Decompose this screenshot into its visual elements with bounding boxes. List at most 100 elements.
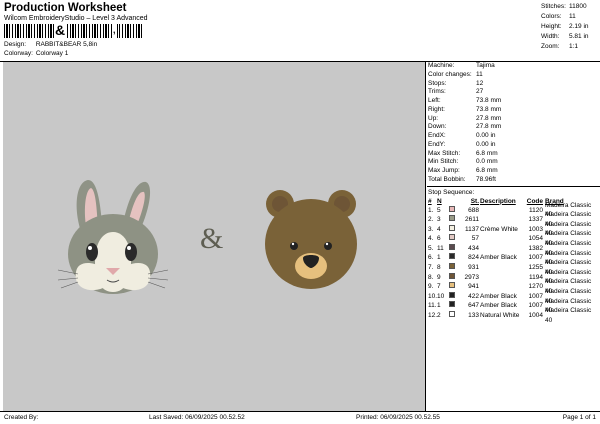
color-swatch: [449, 215, 455, 222]
info-label: Max Jump:: [428, 167, 460, 174]
stitch-count: 941: [468, 283, 479, 291]
last-saved: Last Saved: 06/09/2025 00.52.52: [149, 414, 245, 421]
color-swatch: [449, 263, 455, 270]
info-row: EndY: 0.00 in: [427, 141, 600, 150]
stop-number: 9.: [428, 283, 434, 291]
stitch-count: 422: [468, 292, 479, 300]
stop-number: 1.: [428, 206, 434, 214]
stat-label: Width:: [541, 33, 560, 40]
stop-number: 4.: [428, 235, 434, 243]
stop-number: 7.: [428, 264, 434, 272]
needle-number: 6: [437, 235, 441, 243]
info-row: Down: 27.8 mm: [427, 123, 600, 132]
column-header: N: [437, 197, 442, 205]
info-label: Machine:: [428, 62, 455, 69]
created-by: Created By:: [4, 414, 39, 421]
stat-value: 1:1: [569, 43, 579, 50]
info-value: 6.8 mm: [476, 149, 498, 157]
column-header: Description: [480, 197, 516, 205]
info-value: 27: [476, 88, 484, 96]
stat-label: Colors:: [541, 13, 562, 20]
stat-row: Zoom: 1:1: [541, 42, 595, 52]
design-stats: Stitches: 11800 Colors: 11 Height: 2.19 in Wid…: [541, 2, 595, 52]
color-swatch: [449, 234, 455, 241]
column-header: [449, 197, 459, 206]
stat-row: Stitches: 11800: [541, 2, 595, 12]
info-value: Tajima: [476, 62, 495, 69]
stitch-count: 2611: [465, 216, 479, 224]
stitch-count: 133: [468, 312, 479, 320]
thread-code: 1255: [528, 264, 543, 272]
page-title: Production Worksheet: [4, 2, 127, 14]
column-header: #: [428, 197, 432, 205]
machine-info-panel: Machine: Tajima Color changes: 11 Stops: 12 Tr…: [427, 62, 600, 411]
thread-description: Amber Black: [480, 302, 517, 310]
needle-number: 1: [437, 302, 441, 310]
colorway-value: Colorway 1: [35, 50, 69, 57]
stitch-count: 57: [471, 235, 479, 243]
design-name-row: Design: RABBIT&BEAR 5,8in: [4, 41, 97, 48]
stop-number: 12.: [428, 312, 438, 320]
stitch-count: 1137: [465, 225, 479, 233]
needle-number: 8: [437, 264, 441, 272]
stat-label: Height:: [541, 23, 562, 30]
info-value: 78.96ft: [476, 175, 496, 183]
info-row: EndX: 0.00 in: [427, 132, 600, 141]
stat-row: Colors: 11: [541, 12, 595, 22]
thread-code: 1337: [528, 216, 543, 224]
thread-brand: Madeira Classic 40: [545, 307, 592, 324]
needle-number: 10: [437, 292, 445, 300]
stitch-count: 688: [468, 206, 479, 214]
stop-sequence-title: Stop Sequence:: [428, 188, 475, 196]
thread-code: 1120: [529, 206, 543, 214]
info-row: Total Bobbin: 78.96ft: [427, 176, 600, 185]
software-subtitle: Wilcom EmbroideryStudio – Level 3 Advanc…: [4, 15, 148, 22]
info-value: 12: [476, 79, 484, 87]
stat-value: 2.19 in: [569, 23, 589, 30]
info-row: Color changes: 11: [427, 71, 600, 80]
info-row: Machine: Tajima: [427, 62, 600, 71]
stop-number: 2.: [428, 216, 434, 224]
info-row: Right: 73.8 mm: [427, 106, 600, 115]
stop-number: 11.: [428, 302, 437, 310]
info-row: Trims: 27: [427, 88, 600, 97]
page-number: Page 1 of 1: [562, 414, 596, 421]
info-label: Stops:: [428, 79, 447, 87]
stat-row: Width: 5.81 in: [541, 32, 595, 42]
stitch-count: 434: [468, 244, 479, 252]
info-label: Up:: [428, 114, 439, 122]
needle-number: 2: [437, 312, 441, 320]
info-label: Min Stitch:: [428, 158, 459, 166]
column-header: Code: [526, 197, 543, 205]
info-row: Min Stitch: 0.0 mm: [427, 158, 600, 167]
info-row: Left: 73.8 mm: [427, 97, 600, 106]
colorway-row: Colorway: Colorway 1: [4, 50, 68, 57]
stitch-count: 647: [468, 302, 479, 310]
info-row: Max Stitch: 6.8 mm: [427, 150, 600, 159]
info-label: Trims:: [428, 88, 446, 96]
stop-number: 8.: [428, 273, 434, 281]
info-row: Stops: 12: [427, 80, 600, 89]
thread-code: 1007: [528, 254, 543, 262]
worksheet-footer: Created By: Last Saved: 06/09/2025 00.52…: [0, 412, 600, 424]
needle-number: 4: [437, 225, 441, 233]
info-value: 27.8 mm: [476, 123, 502, 131]
info-label: Total Bobbin:: [428, 175, 466, 183]
needle-number: 9: [437, 273, 441, 281]
rabbit-embroidery: [57, 180, 169, 294]
stop-number: 10.: [428, 292, 438, 300]
needle-number: 5: [437, 206, 441, 214]
color-swatch: [449, 291, 455, 298]
stop-number: 6.: [428, 254, 434, 262]
color-swatch: [449, 311, 455, 318]
color-swatch: [449, 243, 455, 250]
info-label: Max Stitch:: [428, 149, 461, 157]
info-value: 6.8 mm: [476, 167, 498, 174]
info-label: Down:: [428, 123, 447, 131]
stop-row: 12. 2 133 Natural White 1004 Madeira Classic …: [427, 307, 600, 324]
info-row: Max Jump: 6.8 mm: [427, 167, 600, 176]
barcode-ampersand: &: [54, 22, 67, 38]
thread-code: 1382: [528, 244, 543, 252]
stat-row: Height: 2.19 in: [541, 22, 595, 32]
column-header: St.: [470, 197, 479, 205]
